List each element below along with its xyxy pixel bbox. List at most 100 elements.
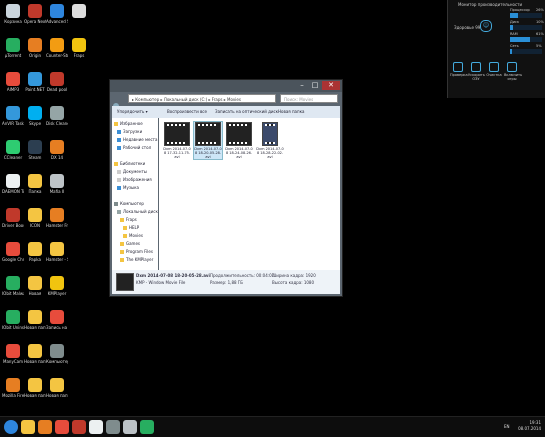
back-forward-buttons[interactable]	[113, 94, 127, 128]
desktop-shortcut[interactable]: Opera Next	[24, 4, 46, 24]
desktop-shortcut[interactable]: AnVIR Task Manager	[2, 106, 24, 126]
nav-item[interactable]: Games	[120, 241, 140, 247]
desktop-shortcut[interactable]: Steam	[24, 140, 46, 160]
nav-item[interactable]: Fraps	[120, 217, 137, 223]
desktop-shortcut[interactable]: DAEMON Tools Lite	[2, 174, 24, 194]
folder-icon	[120, 242, 124, 246]
desktop-shortcut[interactable]: Компьютер - Ярлык	[46, 344, 68, 364]
desktop-shortcut[interactable]: Origin	[24, 38, 46, 58]
desktop-shortcut[interactable]: Новая папка	[24, 310, 46, 330]
new-folder-button[interactable]: Новая папка	[278, 106, 305, 118]
nav-item-label: Рабочий стол	[123, 145, 152, 150]
taskbar-chrome-pinned[interactable]	[55, 420, 69, 434]
file-item[interactable]: Dxm 2014-07-08 18-24-08-26.avi	[225, 122, 253, 159]
nav-item[interactable]: Музыка	[117, 185, 139, 191]
gadget-metric-label: Диск	[510, 20, 520, 24]
desktop-shortcut[interactable]: ManyCam	[2, 344, 24, 364]
file-item[interactable]: Dxm 2014-07-08 17-32-11-75.avi	[163, 122, 191, 159]
gadget-action-button[interactable]: Включить игры	[504, 62, 522, 81]
desktop-shortcut[interactable]: Папка	[24, 174, 46, 194]
file-name: Dxm 2014-07-08 17-32-11-75.avi	[163, 147, 191, 159]
desktop-shortcut[interactable]	[68, 4, 90, 19]
nav-item[interactable]: Библиотеки	[114, 161, 145, 167]
nav-item[interactable]: The KMPlayer	[120, 257, 153, 263]
nav-item-label: Библиотеки	[120, 161, 146, 166]
desktop-shortcut[interactable]: µTorrent	[2, 38, 24, 58]
window-titlebar[interactable]: – □ ✕	[110, 80, 342, 92]
taskbar-app-2[interactable]	[140, 420, 154, 434]
address-bar[interactable]: ▸ Компьютер ▸ Локальный диск (C:) ▸ Frap…	[128, 94, 276, 103]
nav-item[interactable]: Компьютер	[114, 201, 144, 207]
desktop-shortcut[interactable]: Hamster - Ярлык	[46, 242, 68, 262]
desktop-shortcut[interactable]: IObit Malware	[2, 276, 24, 296]
shortcut-icon	[6, 208, 20, 222]
nav-item-label: Games	[126, 241, 140, 246]
taskbar-app-1[interactable]	[123, 420, 137, 434]
desktop-shortcut[interactable]: Papka	[24, 242, 46, 262]
nav-item[interactable]: Недавние места	[117, 137, 157, 143]
nav-item[interactable]: Рабочий стол	[117, 145, 151, 151]
desktop-shortcut[interactable]: Запись на ...	[46, 310, 68, 330]
language-indicator[interactable]: EN	[504, 424, 510, 429]
maximize-button[interactable]: □	[309, 81, 321, 90]
desktop-shortcut[interactable]: AIMP3	[2, 72, 24, 92]
taskbar-window-explorer[interactable]	[106, 420, 120, 434]
desktop-shortcut[interactable]: DX 14	[46, 140, 68, 160]
gadget-action-button[interactable]: Очистка	[486, 62, 502, 77]
desktop-shortcut[interactable]: Mozilla Firefox	[2, 378, 24, 398]
nav-item[interactable]: Избранное	[114, 121, 143, 127]
desktop-shortcut[interactable]: Hamster Free Video Conv.	[46, 208, 68, 228]
gadget-metric-bar	[510, 13, 542, 18]
desktop-shortcut[interactable]: Новая папка 4	[46, 378, 68, 398]
desktop-shortcut[interactable]: CCleaner	[2, 140, 24, 160]
nav-item[interactable]: Документы	[117, 169, 147, 175]
file-item[interactable]: Dxm 2014-07-08 18-20-05-28.avi	[193, 121, 223, 160]
desktop-shortcut[interactable]: Counter-Strike Source	[46, 38, 68, 58]
desktop-shortcut[interactable]: Paint.NET	[24, 72, 46, 92]
nav-item[interactable]: Изображения	[117, 177, 152, 183]
burn-button[interactable]: Записать на оптический диск	[215, 106, 278, 118]
taskbar-explorer-pinned[interactable]	[21, 420, 35, 434]
nav-item[interactable]: Program Files	[120, 249, 153, 255]
desktop-shortcut[interactable]: Mafia II	[46, 174, 68, 194]
desktop-shortcut[interactable]: Новая папка 2	[24, 344, 46, 364]
gadget-metric-value: 26%	[536, 8, 544, 12]
shortcut-icon	[50, 344, 64, 358]
desktop-shortcut[interactable]: Новая папка 3	[24, 378, 46, 398]
desktop-shortcut[interactable]: IObit Uninstaller	[2, 310, 24, 330]
nav-item[interactable]: Загрузки	[117, 129, 142, 135]
desktop-shortcut[interactable]: Google Chrome	[2, 242, 24, 262]
nav-item[interactable]: Movies	[123, 233, 143, 239]
explorer-window[interactable]: – □ ✕ ▸ Компьютер ▸ Локальный диск (C:) …	[109, 79, 343, 297]
desktop-shortcut[interactable]: Новая	[24, 276, 46, 296]
taskbar-start-button[interactable]	[4, 420, 18, 434]
gadget-action-button[interactable]: Ускорить ОЗУ	[468, 62, 485, 81]
desktop-shortcut[interactable]: Advanced SystemCare 7	[46, 4, 68, 24]
desktop-shortcut[interactable]: Driver Booster	[2, 208, 24, 228]
taskbar-opera-pinned[interactable]	[72, 420, 86, 434]
gadget-action-button[interactable]: Проверка	[450, 62, 468, 77]
shortcut-label: Новая папка 2	[24, 359, 46, 364]
organize-button[interactable]: Упорядочить ▾	[117, 106, 148, 118]
nav-item[interactable]: Локальный диск	[117, 209, 158, 215]
desktop-shortcut[interactable]: Disk Cleaner	[46, 106, 68, 126]
taskbar-steam-pinned[interactable]	[89, 420, 103, 434]
system-clock[interactable]: 19:31 08.07.2014	[518, 420, 541, 432]
desktop-shortcut[interactable]: Skype	[24, 106, 46, 126]
desktop-shortcut[interactable]: Dead pool	[46, 72, 68, 92]
nav-item[interactable]: HELP	[123, 225, 139, 231]
desktop-shortcut[interactable]: Fraps	[68, 38, 90, 58]
folder-icon	[120, 218, 124, 222]
search-input[interactable]: Поиск: Movies	[280, 94, 338, 103]
desktop-shortcut[interactable]: Корзина	[2, 4, 24, 24]
desktop-shortcut[interactable]: ICON	[24, 208, 46, 228]
nav-item-label: Изображения	[123, 177, 152, 182]
file-item[interactable]: Dxm 2014-07-08 18-28-22-02.avi	[256, 122, 284, 159]
close-button[interactable]: ✕	[322, 81, 340, 90]
command-bar: Упорядочить ▾ Воспроизвести все Записать…	[112, 106, 340, 118]
play-all-button[interactable]: Воспроизвести все	[167, 106, 207, 118]
taskbar-media-player[interactable]	[38, 420, 52, 434]
shortcut-label: KMPlayer	[47, 291, 67, 296]
desktop-shortcut[interactable]: KMPlayer	[46, 276, 68, 296]
minimize-button[interactable]: –	[296, 81, 308, 90]
